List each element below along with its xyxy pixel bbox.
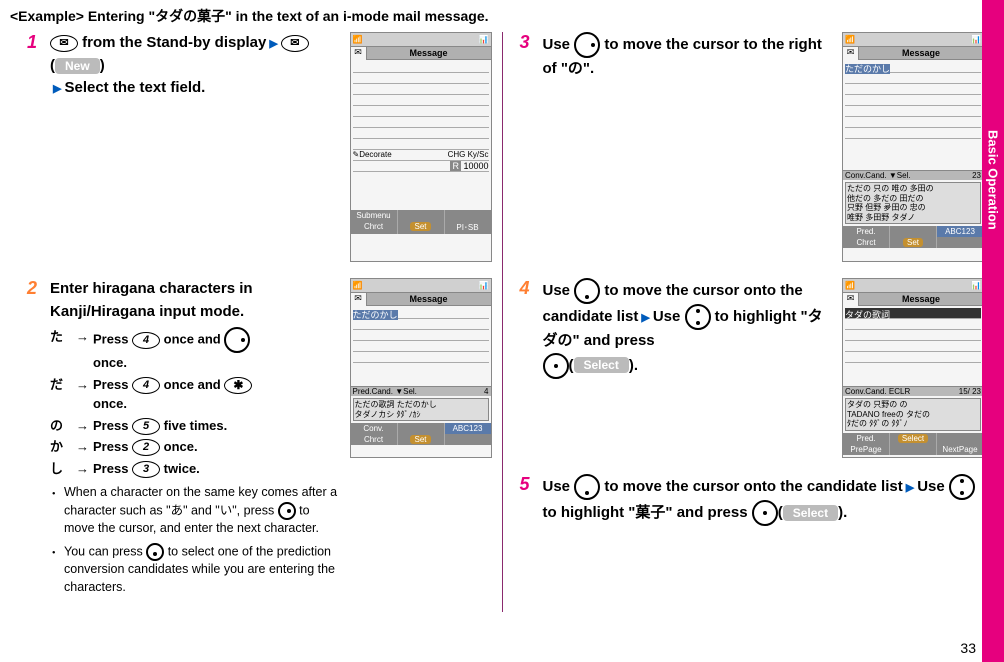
triangle-icon: ▶: [53, 83, 61, 95]
step4-paren: (: [569, 356, 574, 373]
step-number-1: 1: [20, 32, 44, 52]
step-5: 5 Use to move the cursor onto the candid…: [513, 474, 985, 526]
mail-icon: [50, 35, 78, 52]
triangle-icon: ▶: [906, 482, 914, 494]
new-button-label: New: [55, 58, 100, 74]
step-2: 2 Enter hiragana characters in Kanji/Hir…: [20, 278, 492, 596]
step-1: 1 from the Stand-by display▶(New) ▶Selec…: [20, 32, 492, 262]
nav-updown-icon: [685, 304, 711, 330]
star-key-icon: ✱: [224, 377, 252, 394]
softkey-prepage: PrePage: [843, 444, 890, 455]
step-number-5: 5: [513, 474, 537, 494]
nav-updown-icon: [949, 474, 975, 500]
candidates: ただの 只の 唯の 多田の: [847, 184, 979, 194]
select-button-label: Select: [783, 505, 838, 521]
softkey-set: Set: [410, 222, 430, 231]
input-row-da: だ→ Press 4 once and ✱once.: [50, 375, 342, 414]
step1-text-a: from the Stand-by display: [78, 34, 266, 51]
char-count: 10000: [463, 161, 488, 171]
select-button-label: Select: [574, 357, 629, 373]
step-number-2: 2: [20, 278, 44, 298]
sidebar-tab: Basic Operation: [982, 0, 1004, 662]
ok-icon: [752, 500, 778, 526]
nav-right-icon: [224, 327, 250, 353]
step4-paren2: ).: [629, 356, 638, 373]
softkey-submenu: Submenu: [351, 210, 398, 221]
input-row-ta: た→ Press 4 once and once.: [50, 327, 342, 373]
nav-down-icon: [146, 543, 164, 561]
step5-text-d: to highlight "菓子" and press: [543, 504, 752, 521]
candidates: タダの 只野の の: [847, 400, 979, 410]
page-number: 33: [960, 640, 976, 656]
step5-paren2: ).: [838, 504, 847, 521]
input-text: ただのかし: [845, 64, 890, 74]
step-number-3: 3: [513, 32, 537, 52]
step-4: 4 Use to move the cursor onto the candid…: [513, 278, 985, 458]
mail-icon: [281, 35, 309, 52]
softkey-abc: ABC123: [445, 423, 491, 434]
softkey-chrct: Chrct: [351, 221, 398, 234]
input-row-no: の→ Press 5 five times.: [50, 416, 342, 436]
ok-icon: [543, 353, 569, 379]
candidates-line-1: ただの歌詞 ただのかし: [355, 400, 487, 410]
softkey-select: Select: [898, 434, 928, 443]
screenshot-3: 📶📊 ✉Message ただのかし Conv.Cand. ▼Sel.23 ただの…: [842, 32, 984, 262]
step-3: 3 Use to move the cursor to the right of…: [513, 32, 985, 262]
softkey-nextpage: NextPage: [937, 444, 983, 455]
example-header: <Example> Entering "タダの菓子" in the text o…: [0, 0, 1004, 32]
r-badge: R: [450, 161, 461, 171]
nav-down-icon: [574, 474, 600, 500]
step1-text-b: Select the text field.: [64, 79, 205, 96]
bullet-prediction: ･ You can press to select one of the pre…: [50, 543, 342, 596]
input-text: ただのかし: [353, 310, 398, 320]
softkey-pred: Pred.: [843, 226, 890, 237]
softkey-plsb: PI･SB: [445, 221, 491, 234]
step1-paren2: ): [100, 57, 105, 74]
step4-text-a: Use: [543, 282, 575, 299]
candidates-line-2: タダノカシ ﾀﾀﾞﾉｶｼ: [355, 410, 487, 420]
screenshot-2: 📶📊 ✉Message ただのかし Pred.Cand. ▼Sel.4 ただの歌…: [350, 278, 492, 458]
triangle-icon: ▶: [641, 312, 649, 324]
screenshot-4: 📶📊 ✉Message タダの歌詞 Conv.Cand. ECLR15/ 23 …: [842, 278, 984, 458]
screenshot-1: 📶📊 ✉Message ✎Decorate CHG Ky/Sc R 10000 …: [350, 32, 492, 262]
step4-text-c: Use: [653, 308, 685, 325]
step3-text-a: Use: [543, 36, 575, 53]
softkey-conv: Conv.: [351, 423, 398, 434]
triangle-icon: ▶: [269, 38, 277, 50]
step5-paren: (: [778, 504, 783, 521]
bullet-same-key: ･ When a character on the same key comes…: [50, 484, 342, 537]
step5-text-a: Use: [543, 478, 575, 495]
input-row-shi: し→ Press 3 twice.: [50, 459, 342, 479]
step5-text-c: Use: [917, 478, 949, 495]
nav-right-icon: [574, 32, 600, 58]
nav-down-icon: [574, 278, 600, 304]
msg-title: Message: [367, 47, 491, 60]
step5-text-b: to move the cursor onto the candidate li…: [600, 478, 903, 495]
decorate-row: ✎Decorate CHG Ky/Sc: [353, 150, 489, 161]
step2-main: Enter hiragana characters in Kanji/Hirag…: [50, 278, 342, 323]
input-text: タダの歌詞: [845, 308, 981, 319]
nav-right-icon: [278, 502, 296, 520]
input-row-ka: か→ Press 2 once.: [50, 437, 342, 457]
step-number-4: 4: [513, 278, 537, 298]
